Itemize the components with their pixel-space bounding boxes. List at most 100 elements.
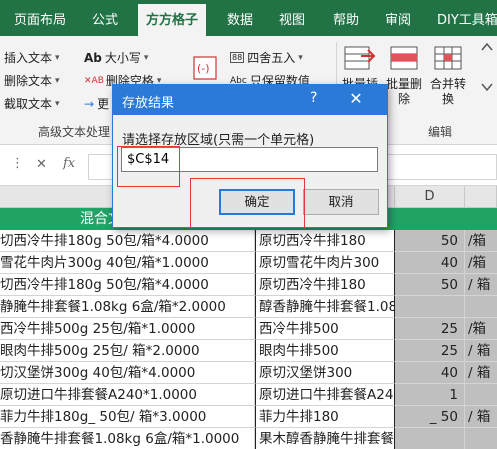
cell-e[interactable]: / 箱 [465, 406, 497, 428]
case-button[interactable]: Ab 大小写 ▾ [84, 49, 148, 66]
cell-e[interactable] [465, 296, 497, 318]
table-row: 西冷牛排500g 25包/箱*1.0000 西冷牛排500 25/箱 [0, 318, 497, 340]
table-row: 切西冷牛排180g 50包/箱*4.0000 原切西冷牛排180 50/箱 [0, 230, 497, 252]
cell-b[interactable]: 切汉堡饼300g 40包/箱*4.0000 [0, 362, 255, 384]
round-icon: 88 [230, 52, 245, 63]
cell-e[interactable] [465, 428, 497, 449]
chevron-up-icon [480, 42, 493, 51]
arrow-right-icon: → [84, 96, 95, 111]
cell-e[interactable]: / 箱 [465, 340, 497, 362]
cell-e[interactable]: /箱 [465, 318, 497, 340]
batch-delete-button[interactable]: 批量删 除 [384, 44, 424, 107]
cell-d[interactable] [395, 428, 465, 449]
tab-review[interactable]: 审阅 [385, 9, 411, 28]
delete-text-button[interactable]: 删除文本 ▾ [4, 72, 60, 89]
insert-text-label: 插入文本 [4, 51, 53, 65]
chevron-down-icon: ▾ [143, 52, 149, 63]
cell-e[interactable]: / 箱 [465, 274, 497, 296]
tab-page-layout[interactable]: 页面布局 [14, 9, 66, 28]
cell-b[interactable]: 眼肉牛排500g 25包/ 箱*2.0000 [0, 340, 255, 362]
cell-b[interactable]: 香静腌牛排套餐1.08kg 6盒/箱*1.0000 [0, 428, 255, 449]
cell-d[interactable]: 50 [395, 274, 465, 296]
cancel-icon[interactable]: ✕ [36, 157, 47, 172]
more-button[interactable]: → 更 [84, 95, 109, 112]
tab-fangfang-gezi[interactable]: 方方格子 [138, 4, 207, 36]
batch-delete-label-2: 除 [397, 92, 410, 106]
table-row: 静腌牛排套餐1.08kg 6盒/箱*2.0000 醇香静腌牛排套餐1.08 [0, 296, 497, 318]
batch-delete-icon [390, 46, 418, 70]
cell-d[interactable]: _ 50 [395, 406, 465, 428]
cell-b[interactable]: 菲力牛排180g_ 50包/ 箱*3.0000 [0, 406, 255, 428]
merge-convert-button[interactable]: 合并转 换 [428, 44, 468, 107]
extract-text-button[interactable]: 截取文本 ▾ [4, 95, 60, 112]
cell-c[interactable]: 原切进口牛排套餐A24 [255, 384, 395, 406]
column-header-d[interactable]: D [395, 186, 465, 208]
delete-text-label: 删除文本 [4, 74, 53, 88]
close-icon[interactable]: ✕ [343, 89, 369, 111]
cell-d[interactable]: 40 [395, 252, 465, 274]
cell-b[interactable]: 切西冷牛排180g 50包/箱*4.0000 [0, 230, 255, 252]
cell-b[interactable]: 原切进口牛排套餐A240*1.0000 [0, 384, 255, 406]
table-row: 切西冷牛排180g 50包/箱*4.0000 原切西冷牛排180 50/ 箱 [0, 274, 497, 296]
cell-d[interactable] [395, 296, 465, 318]
round-button[interactable]: 88 四舍五入 ▾ [230, 49, 303, 66]
cell-c[interactable]: 醇香静腌牛排套餐1.08 [255, 296, 397, 318]
tab-diy-toolbox[interactable]: DIY工具箱 [437, 9, 497, 28]
cell-b[interactable]: 西冷牛排500g 25包/箱*1.0000 [0, 318, 255, 340]
dialog-title-bar[interactable]: 存放结果 ? ✕ [113, 85, 387, 115]
table-row: 菲力牛排180g_ 50包/ 箱*3.0000 菲力牛排180 _ 50/ 箱 [0, 406, 497, 428]
cell-c[interactable]: 果木醇香静腌牛排套餐1.08 [255, 428, 424, 449]
cell-c[interactable]: 菲力牛排180 [255, 406, 395, 428]
tab-formulas[interactable]: 公式 [92, 9, 118, 28]
chevron-down-icon [480, 83, 493, 92]
column-header-e[interactable] [465, 186, 497, 208]
cell-c[interactable]: 眼肉牛排500 [255, 340, 395, 362]
table-row: 雪花牛肉片300g 40包/箱*1.0000 原切雪花牛肉片300 40/箱 [0, 252, 497, 274]
help-icon[interactable]: ? [310, 90, 317, 106]
cell-e[interactable] [465, 384, 497, 406]
cell-b[interactable]: 切西冷牛排180g 50包/箱*4.0000 [0, 274, 255, 296]
cell-c[interactable]: 原切西冷牛排180 [255, 230, 395, 252]
tab-data[interactable]: 数据 [227, 9, 253, 28]
chevron-down-icon: ▾ [298, 52, 303, 63]
tab-view[interactable]: 视图 [279, 9, 305, 28]
svg-text:(-): (-) [197, 62, 210, 75]
delete-spaces-icon: ✕AB [84, 75, 104, 86]
round-label: 四舍五入 [247, 51, 296, 65]
formula-icon: (-) [193, 56, 217, 80]
group-label-edit: 编辑 [428, 125, 453, 139]
cell-d[interactable]: 25 [395, 318, 465, 340]
cell-d[interactable]: 25 [395, 340, 465, 362]
insert-text-button[interactable]: 插入文本 ▾ [4, 49, 60, 66]
formula-icon-button[interactable]: (-) [192, 56, 220, 80]
cell-e[interactable]: /箱 [465, 230, 497, 252]
more-right-button[interactable] [476, 40, 497, 97]
chevron-down-icon: ▾ [55, 75, 60, 86]
cell-c[interactable]: 原切汉堡饼300 [255, 362, 395, 384]
cell-c[interactable]: 原切雪花牛肉片300 [255, 252, 395, 274]
cell-d[interactable]: 1 [395, 384, 465, 406]
fx-icon[interactable]: fx [63, 156, 75, 171]
cell-b[interactable]: 静腌牛排套餐1.08kg 6盒/箱*2.0000 [0, 296, 255, 318]
dialog-title: 存放结果 [122, 96, 175, 111]
merge-convert-label-2: 换 [441, 92, 454, 106]
group-label-advanced-text: 高级文本处理 [38, 125, 111, 139]
cell-e[interactable]: / 箱 [465, 362, 497, 384]
batch-delete-label: 批量删 [385, 77, 422, 91]
cancel-button[interactable]: 取消 [303, 189, 379, 215]
column-header-d-label: D [424, 189, 435, 204]
cell-c[interactable]: 原切西冷牛排180 [255, 274, 395, 296]
cell-e[interactable]: /箱 [465, 252, 497, 274]
cell-d[interactable]: 50 [395, 230, 465, 252]
table-row: 切汉堡饼300g 40包/箱*4.0000 原切汉堡饼300 40/ 箱 [0, 362, 497, 384]
dropdown-icon[interactable]: ⋮ [11, 156, 24, 171]
tab-help[interactable]: 帮助 [333, 9, 359, 28]
batch-insert-icon [344, 46, 376, 70]
more-label: 更 [97, 97, 110, 111]
table-row: 香静腌牛排套餐1.08kg 6盒/箱*1.0000 果木醇香静腌牛排套餐1.08 [0, 428, 497, 449]
table-row: 原切进口牛排套餐A240*1.0000 原切进口牛排套餐A24 1 [0, 384, 497, 406]
cell-c[interactable]: 西冷牛排500 [255, 318, 395, 340]
case-icon: Ab [84, 50, 102, 65]
cell-b[interactable]: 雪花牛肉片300g 40包/箱*1.0000 [0, 252, 255, 274]
cell-d[interactable]: 40 [395, 362, 465, 384]
